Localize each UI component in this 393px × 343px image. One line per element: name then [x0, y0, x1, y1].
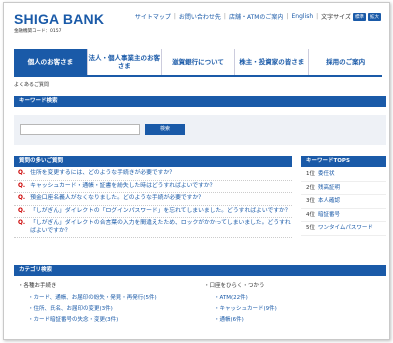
- category-item[interactable]: ・カード、通帳、お届印の紛失・発見・再発行(5件): [18, 293, 198, 304]
- keyword-search-input[interactable]: [20, 124, 140, 135]
- rank-label: 5位: [306, 225, 315, 231]
- keyword-search-heading: キーワード検索: [14, 96, 386, 107]
- keyword-link[interactable]: 本人確認: [318, 198, 340, 204]
- category-item[interactable]: ・ATM(22件): [204, 293, 384, 304]
- sitemap-link[interactable]: サイトマップ: [135, 12, 171, 21]
- global-nav: 個人のお客さま 法人・個人事業主のお客さま 滋賀銀行について 株主・投資家の皆さ…: [14, 49, 382, 77]
- rank-label: 3位: [306, 198, 315, 204]
- faq-list: Q. 住所を変更するには、どのような手続きが必要ですか？ Q. キャッシュカード…: [14, 168, 292, 238]
- english-link[interactable]: English: [291, 13, 313, 20]
- separator: |: [223, 13, 226, 20]
- utility-nav: サイトマップ | お問い合わせ先 | 店舗・ATMのご案内 | English …: [135, 12, 381, 21]
- font-size-label: 文字サイズ: [321, 14, 351, 21]
- separator: |: [316, 13, 319, 20]
- keyword-link[interactable]: ワンタイムパスワード: [318, 225, 373, 231]
- gnav-corporate[interactable]: 法人・個人事業主のお客さま: [86, 49, 161, 75]
- rank-label: 1位: [306, 171, 315, 177]
- category-column-procedures: ・各種お手続き ・カード、通帳、お届印の紛失・発見・再発行(5件) ・住所、氏名…: [18, 281, 198, 326]
- keyword-link[interactable]: 暗証番号: [318, 212, 340, 218]
- keyword-link[interactable]: 委任状: [318, 171, 335, 177]
- faq-item-text[interactable]: 「しがぎん」ダイレクトの合言葉の入力を間違えたため、ロックがかかってしまいました…: [30, 220, 292, 235]
- keyword-rank-item[interactable]: 1位 委任状: [301, 168, 386, 182]
- category-item[interactable]: ・住所、氏名、お届印の変更(3件): [18, 304, 198, 315]
- faq-item-text[interactable]: 住所を変更するには、どのような手続きが必要ですか？: [30, 170, 175, 178]
- faq-item-text[interactable]: 「しがぎん」ダイレクトの「ログインパスワード」を忘れてしまいました。どうすればよ…: [30, 208, 291, 216]
- category-title[interactable]: ・各種お手続き: [18, 281, 198, 289]
- gnav-recruit[interactable]: 採用のご案内: [308, 49, 382, 75]
- keyword-rank-item[interactable]: 4位 暗証番号: [301, 209, 386, 222]
- rank-label: 4位: [306, 211, 315, 218]
- keyword-search-panel: 検索: [14, 115, 386, 145]
- question-mark: Q.: [18, 182, 26, 189]
- faq-item-text[interactable]: キャッシュカード・通帳・証書を紛失した時はどうすればよいですか？: [30, 183, 215, 191]
- bank-code: 金融機関コード：0157: [14, 29, 62, 34]
- branch-atm-link[interactable]: 店舗・ATMのご案内: [229, 12, 283, 21]
- keyword-link[interactable]: 残高証明: [318, 185, 340, 191]
- keyword-rank-item[interactable]: 5位 ワンタイムパスワード: [301, 222, 386, 236]
- question-mark: Q.: [18, 220, 26, 226]
- question-mark: Q.: [18, 195, 26, 201]
- font-size-standard-button[interactable]: 標準: [353, 12, 366, 21]
- faq-item[interactable]: Q. 「しがぎん」ダイレクトの「ログインパスワード」を忘れてしまいました。どうす…: [14, 206, 292, 218]
- faq-item-text[interactable]: 預金口座名義人がなくなりました。どのような手続が必要ですか？: [30, 195, 204, 203]
- search-button[interactable]: 検索: [145, 124, 185, 135]
- gnav-investors[interactable]: 株主・投資家の皆さま: [234, 49, 308, 75]
- faq-heading: 質問の多いご質問: [14, 156, 292, 167]
- separator: |: [173, 13, 176, 20]
- faq-item[interactable]: Q. 住所を変更するには、どのような手続きが必要ですか？: [14, 168, 292, 181]
- keyword-tops-heading: キーワードTOPS: [301, 156, 386, 167]
- category-column-accounts: ・口座をひらく・つかう ・ATM(22件) ・キャッシュカード(9件) ・通帳(…: [204, 281, 384, 326]
- category-title[interactable]: ・口座をひらく・つかう: [204, 281, 384, 289]
- browser-frame: SHIGA BANK 金融機関コード：0157 サイトマップ | お問い合わせ先…: [3, 2, 390, 340]
- category-item[interactable]: ・通帳(6件): [204, 315, 384, 326]
- question-mark: Q.: [18, 207, 26, 214]
- question-mark: Q.: [18, 170, 26, 176]
- gnav-about[interactable]: 滋賀銀行について: [160, 49, 235, 75]
- category-item[interactable]: ・キャッシュカード(9件): [204, 304, 384, 315]
- bank-logo[interactable]: SHIGA BANK: [14, 11, 104, 27]
- contact-link[interactable]: お問い合わせ先: [179, 12, 221, 21]
- gnav-personal[interactable]: 個人のお客さま: [14, 49, 87, 75]
- faq-item[interactable]: Q. 預金口座名義人がなくなりました。どのような手続が必要ですか？: [14, 193, 292, 206]
- font-size-large-button[interactable]: 拡大: [368, 12, 381, 21]
- keyword-rank-item[interactable]: 3位 本人確認: [301, 195, 386, 209]
- category-item[interactable]: ・カード暗証番号の失念・変更(3件): [18, 315, 198, 326]
- category-search-heading: カテゴリ検索: [14, 265, 386, 276]
- keyword-rank-item[interactable]: 2位 残高証明: [301, 182, 386, 195]
- breadcrumb: よくあるご質問: [14, 82, 50, 88]
- faq-item[interactable]: Q. キャッシュカード・通帳・証書を紛失した時はどうすればよいですか？: [14, 181, 292, 193]
- rank-label: 2位: [306, 184, 315, 191]
- keyword-tops-list: 1位 委任状 2位 残高証明 3位 本人確認 4位 暗証番号 5位 ワンタイムパスワード: [301, 168, 386, 236]
- separator: |: [286, 13, 289, 20]
- faq-item[interactable]: Q. 「しがぎん」ダイレクトの合言葉の入力を間違えたため、ロックがかかってしまい…: [14, 218, 292, 238]
